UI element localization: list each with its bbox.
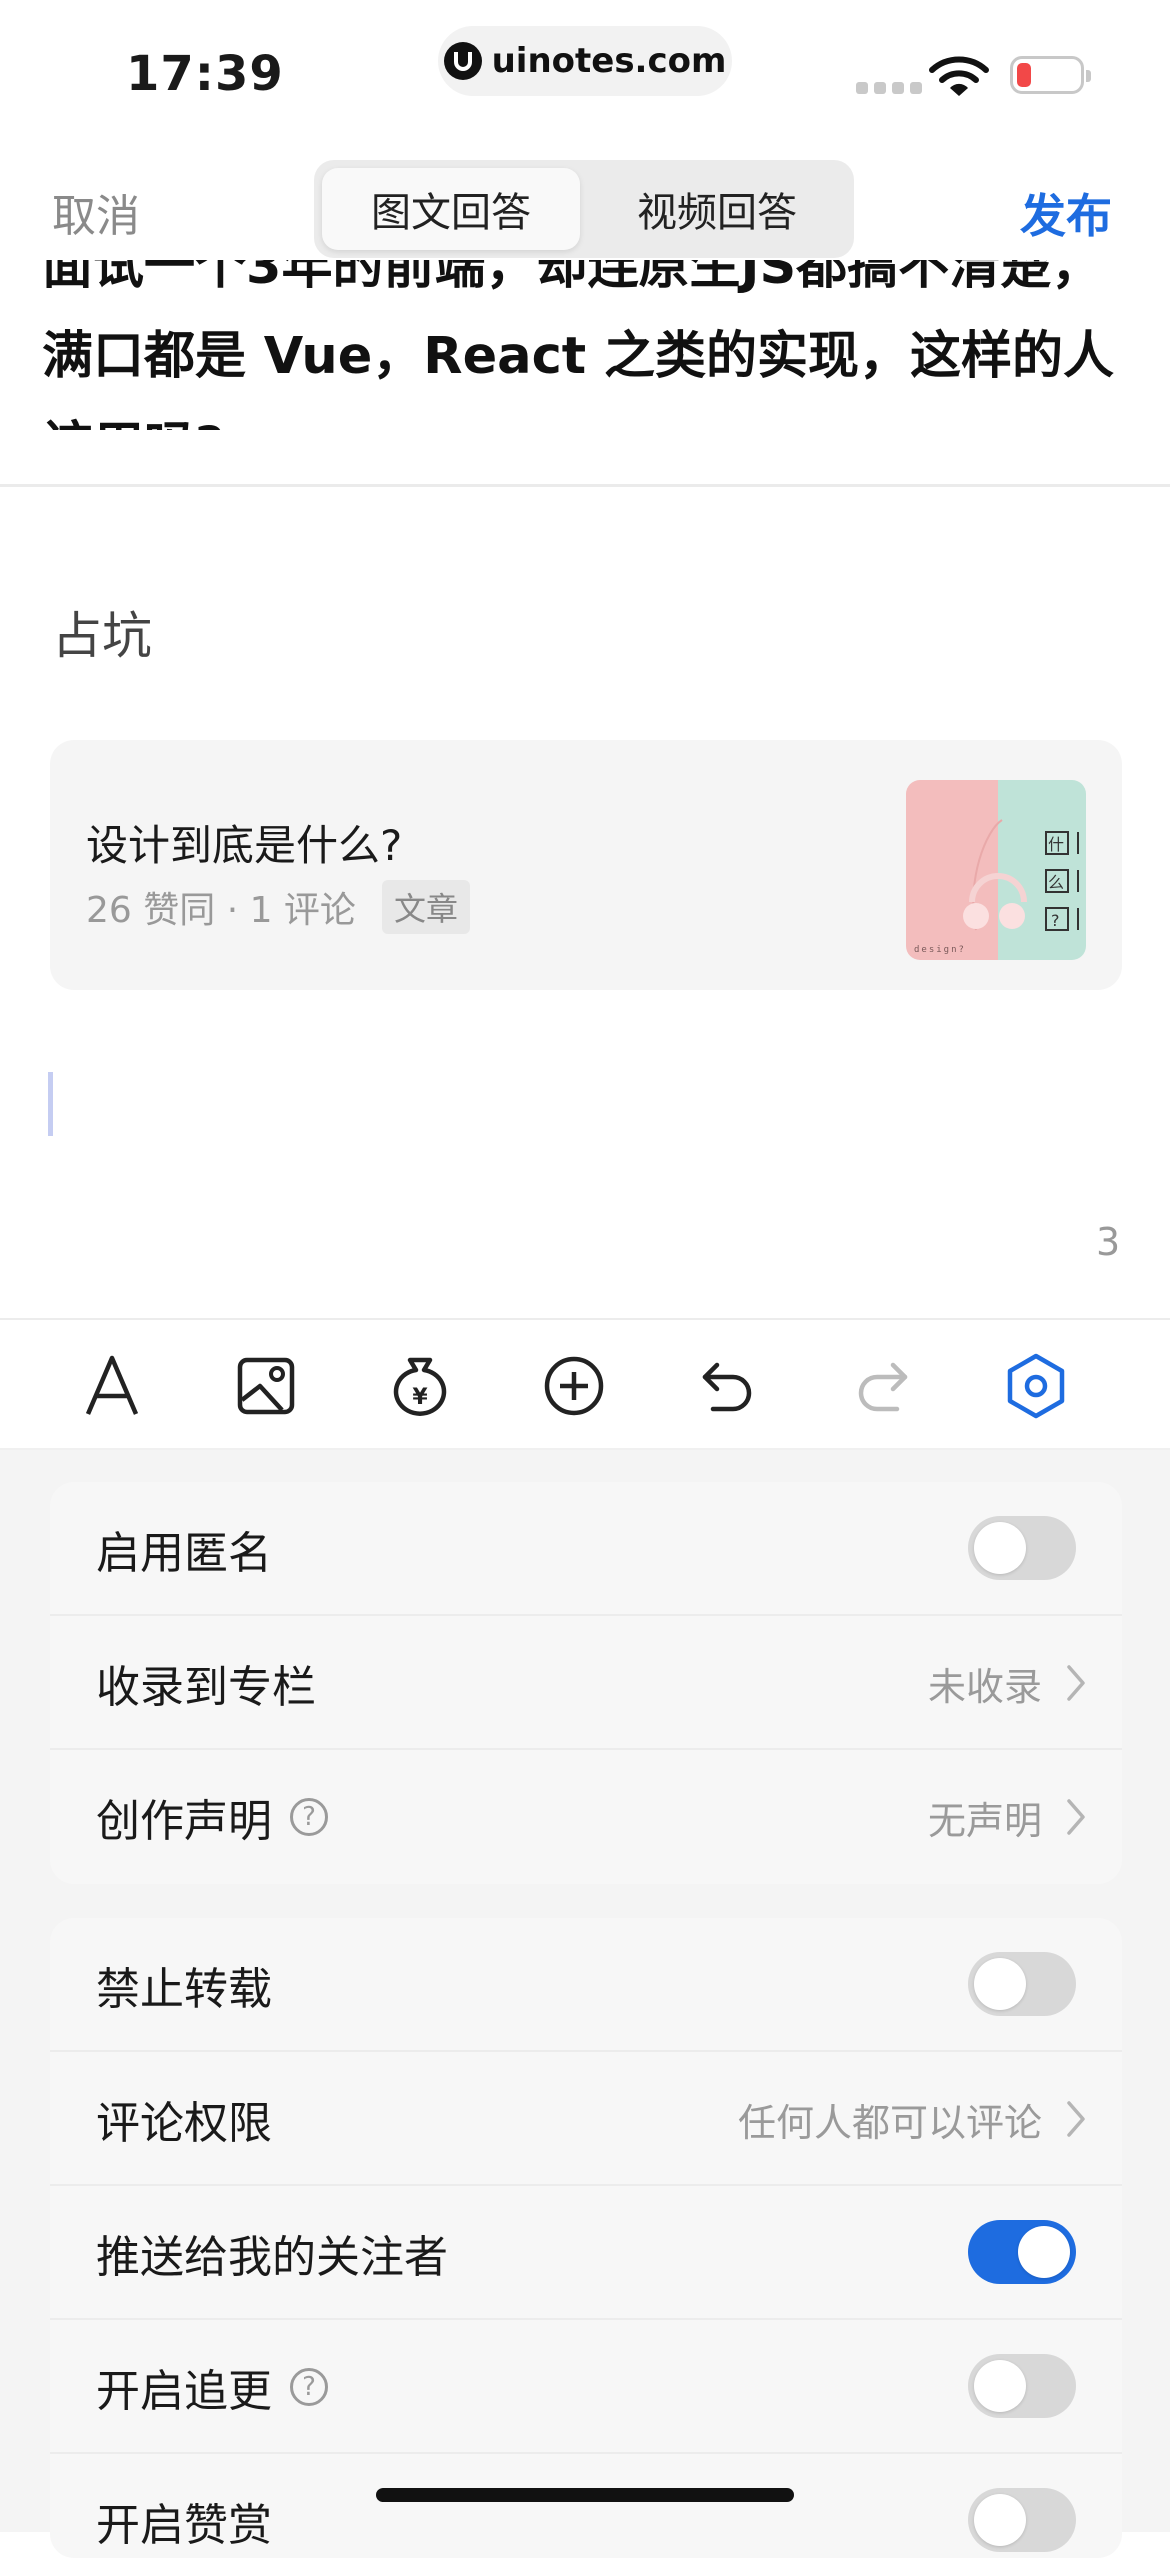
chevron-right-icon <box>1067 1799 1085 1835</box>
tab-video-answer[interactable]: 视频回答 <box>588 168 846 250</box>
thumb-glyph: 么 <box>1048 873 1064 892</box>
setting-row-no-repost[interactable]: 禁止转载 <box>50 1918 1122 2052</box>
setting-label: 开启追更 <box>96 2366 272 2417</box>
linked-article-card[interactable]: 设计到底是什么? 26 赞同 · 1 评论 文章 什 么 ? design? <box>50 740 1122 990</box>
char-count: 3 <box>1096 1220 1121 1264</box>
undo-icon[interactable] <box>690 1348 766 1424</box>
publish-button[interactable]: 发布 <box>1020 180 1112 246</box>
redo-icon <box>844 1348 920 1424</box>
setting-row-follow-updates[interactable]: 开启追更 ? <box>50 2320 1122 2454</box>
cancel-button[interactable]: 取消 <box>52 180 140 244</box>
question-title-area: 面试一个3年的前端，却连原生JS都搞不清楚，满口都是 Vue，React 之类的… <box>0 260 1170 430</box>
url-pill[interactable]: uinotes.com <box>438 26 732 96</box>
setting-label: 禁止转载 <box>96 1964 272 2015</box>
answer-text[interactable]: 占坑 <box>52 596 152 668</box>
battery-icon <box>1010 56 1091 94</box>
money-bag-icon[interactable]: ¥ <box>382 1348 458 1424</box>
add-circle-icon[interactable] <box>536 1348 612 1424</box>
anonymous-toggle[interactable] <box>968 1516 1076 1580</box>
settings-group-2: 禁止转载 评论权限 任何人都可以评论 推送给我的关注者 开启追更 ? 开启赞赏 <box>50 1918 1122 2558</box>
wifi-icon <box>928 56 990 104</box>
image-icon[interactable] <box>228 1348 304 1424</box>
setting-label: 创作声明 <box>96 1796 272 1847</box>
setting-row-column[interactable]: 收录到专栏 未收录 <box>50 1616 1122 1750</box>
tipping-toggle[interactable] <box>968 2488 1076 2552</box>
text-cursor <box>48 1072 53 1136</box>
setting-label: 开启赞赏 <box>96 2500 272 2551</box>
url-text: uinotes.com <box>491 41 727 81</box>
setting-value: 未收录 <box>927 1664 1042 1709</box>
thumb-glyph: 什 <box>1048 835 1064 854</box>
svg-text:¥: ¥ <box>412 1385 428 1410</box>
help-icon[interactable]: ? <box>290 2368 328 2406</box>
thumb-caption: design? <box>914 945 966 955</box>
setting-label: 启用匿名 <box>96 1528 272 1579</box>
card-title: 设计到底是什么? <box>86 821 403 870</box>
text-format-icon[interactable] <box>74 1348 150 1424</box>
card-thumbnail: 什 么 ? design? <box>906 780 1086 960</box>
setting-row-push-followers[interactable]: 推送给我的关注者 <box>50 2186 1122 2320</box>
question-title: 面试一个3年的前端，却连原生JS都搞不清楚，满口都是 Vue，React 之类的… <box>42 260 1114 430</box>
help-icon[interactable]: ? <box>290 1798 328 1836</box>
answer-type-segmented-control: 图文回答 视频回答 <box>314 160 854 258</box>
setting-label: 推送给我的关注者 <box>96 2232 448 2283</box>
settings-group-1: 启用匿名 收录到专栏 未收录 创作声明 ? 无声明 <box>50 1482 1122 1884</box>
tab-image-text-answer[interactable]: 图文回答 <box>322 168 580 250</box>
setting-label: 收录到专栏 <box>96 1662 316 1713</box>
chevron-right-icon <box>1067 1665 1085 1701</box>
card-meta: 26 赞同 · 1 评论 文章 <box>86 880 470 934</box>
divider <box>0 484 1170 487</box>
no-repost-toggle[interactable] <box>968 1952 1076 2016</box>
setting-row-tipping[interactable]: 开启赞赏 <box>50 2454 1122 2558</box>
cellular-signal-icon <box>856 82 922 94</box>
card-type-tag: 文章 <box>381 880 470 934</box>
setting-label: 评论权限 <box>96 2098 272 2149</box>
setting-row-anonymous[interactable]: 启用匿名 <box>50 1482 1122 1616</box>
settings-hexagon-icon[interactable] <box>998 1348 1074 1424</box>
card-stats: 26 赞同 · 1 评论 <box>86 890 356 931</box>
thumb-glyph: ? <box>1051 911 1060 930</box>
setting-value: 任何人都可以评论 <box>737 2100 1042 2145</box>
chevron-right-icon <box>1067 2101 1085 2137</box>
site-logo-icon <box>443 42 482 80</box>
status-time: 17:39 <box>126 46 284 102</box>
setting-row-creation-statement[interactable]: 创作声明 ? 无声明 <box>50 1750 1122 1884</box>
push-followers-toggle[interactable] <box>968 2220 1076 2284</box>
follow-updates-toggle[interactable] <box>968 2354 1076 2418</box>
setting-row-comment-permission[interactable]: 评论权限 任何人都可以评论 <box>50 2052 1122 2186</box>
setting-value: 无声明 <box>927 1798 1042 1843</box>
divider <box>0 1318 1170 1320</box>
home-indicator[interactable] <box>376 2488 794 2502</box>
